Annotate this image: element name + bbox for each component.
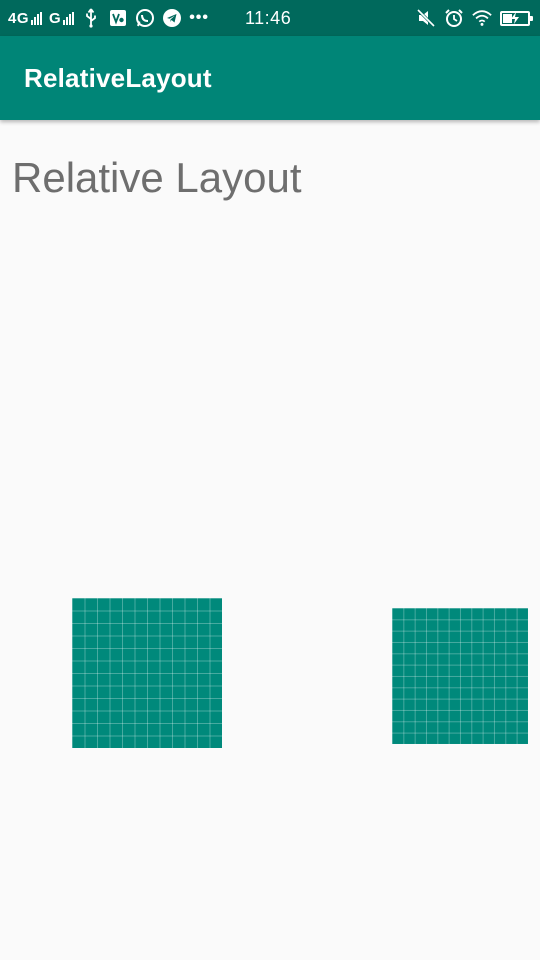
signal-bars-icon <box>31 11 43 25</box>
signal-bars-icon <box>63 11 75 25</box>
app-bar-title: RelativeLayout <box>24 63 212 93</box>
grid-image-left <box>72 598 222 748</box>
status-bar: 4G G ••• 11:46 <box>0 0 540 36</box>
wifi-icon <box>472 8 492 28</box>
app-bar: RelativeLayout <box>0 36 540 120</box>
battery-charging-icon <box>500 10 533 26</box>
media-icon <box>108 8 128 28</box>
grid-image-right <box>392 608 528 744</box>
mute-icon <box>416 8 436 28</box>
network-indicator-1: 4G <box>8 9 43 27</box>
alarm-icon <box>444 8 464 28</box>
status-right-group <box>416 0 533 36</box>
status-left-group: 4G G ••• <box>8 0 209 36</box>
whatsapp-icon <box>135 8 155 28</box>
more-notifications-icon: ••• <box>189 9 209 26</box>
status-time: 11:46 <box>245 8 292 28</box>
network-indicator-2: G <box>49 9 75 27</box>
network-label-1: 4G <box>8 9 30 27</box>
telegram-icon <box>162 8 182 28</box>
usb-icon <box>81 8 101 28</box>
page-heading: Relative Layout <box>12 154 302 201</box>
network-label-2: G <box>49 9 62 27</box>
